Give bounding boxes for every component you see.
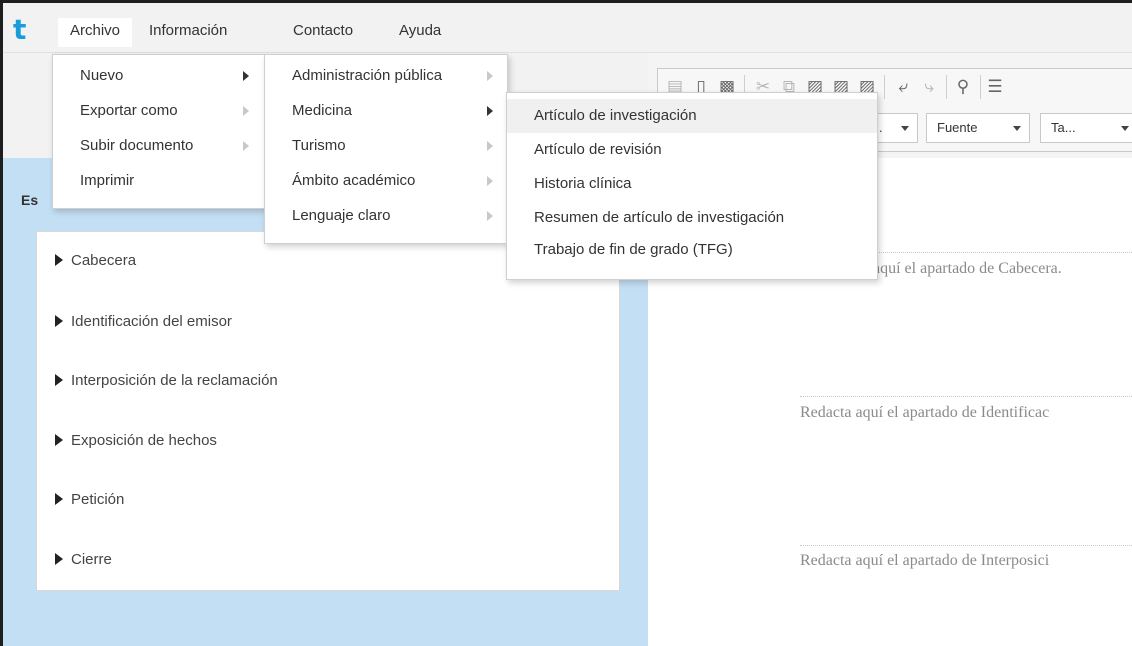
outline-item-cabecera[interactable]: Cabecera <box>55 252 136 269</box>
menu-item-historia-clinica[interactable]: Historia clínica <box>507 167 877 201</box>
menu-item-resumen-articulo[interactable]: Resumen de artículo de investigación <box>507 201 877 235</box>
app-logo[interactable]: t <box>13 16 35 47</box>
caret-right-icon <box>55 493 63 505</box>
undo-icon[interactable]: ⤶ <box>892 76 914 98</box>
medicina-submenu: Artículo de investigación Artículo de re… <box>506 92 878 280</box>
submenu-arrow-icon <box>487 106 493 116</box>
menu-item-ambito-academico[interactable]: Ámbito académico <box>265 172 507 198</box>
caret-right-icon <box>55 315 63 327</box>
menu-item-exportar[interactable]: Exportar como <box>53 102 265 128</box>
submenu-arrow-icon <box>243 141 249 151</box>
chevron-down-icon <box>1121 126 1129 131</box>
caret-right-icon <box>55 254 63 266</box>
doc-section-identificacion[interactable]: Redacta aquí el apartado de Identificac <box>800 404 1049 422</box>
section-divider <box>800 396 1132 397</box>
outline-item-cierre[interactable]: Cierre <box>55 551 112 568</box>
outline-item-peticion[interactable]: Petición <box>55 491 124 508</box>
toolbar-separator <box>946 75 947 99</box>
menu-item-medicina[interactable]: Medicina <box>265 102 507 128</box>
outline-item-exposicion[interactable]: Exposición de hechos <box>55 432 217 449</box>
outline-item-identificacion[interactable]: Identificación del emisor <box>55 313 232 330</box>
menubar: t Archivo Información Contacto Ayuda <box>3 3 1132 53</box>
archivo-menu: Nuevo Exportar como Subir documento Impr… <box>52 54 266 209</box>
chevron-down-icon <box>901 126 909 131</box>
toolbar-separator <box>884 75 885 99</box>
menu-archivo[interactable]: Archivo <box>58 18 133 47</box>
submenu-arrow-icon <box>243 71 249 81</box>
doc-section-interposicion[interactable]: Redacta aquí el apartado de Interposici <box>800 552 1049 570</box>
caret-right-icon <box>55 434 63 446</box>
outline-item-interposicion[interactable]: Interposición de la reclamación <box>55 372 278 389</box>
structure-panel-title: Es <box>21 192 39 208</box>
menu-item-lenguaje-claro[interactable]: Lenguaje claro <box>265 207 507 233</box>
caret-right-icon <box>55 374 63 386</box>
menu-contacto[interactable]: Contacto <box>293 22 353 39</box>
submenu-arrow-icon <box>487 141 493 151</box>
caret-right-icon <box>55 553 63 565</box>
section-divider <box>800 545 1132 546</box>
submenu-arrow-icon <box>487 71 493 81</box>
submenu-arrow-icon <box>487 211 493 221</box>
menu-item-imprimir[interactable]: Imprimir <box>53 172 265 198</box>
replace-icon[interactable]: ☰ <box>984 76 1006 98</box>
menu-item-subir[interactable]: Subir documento <box>53 137 265 163</box>
menu-item-tfg[interactable]: Trabajo de fin de grado (TFG) <box>507 235 877 269</box>
menu-informacion[interactable]: Información <box>149 22 227 39</box>
toolbar-separator <box>980 75 981 99</box>
submenu-arrow-icon <box>487 176 493 186</box>
search-icon[interactable]: ⚲ <box>952 76 974 98</box>
menu-ayuda[interactable]: Ayuda <box>399 22 441 39</box>
submenu-arrow-icon <box>243 106 249 116</box>
menu-item-nuevo[interactable]: Nuevo <box>53 67 265 93</box>
section-outline: Cabecera Identificación del emisor Inter… <box>36 231 620 591</box>
menu-item-administracion[interactable]: Administración pública <box>265 67 507 93</box>
menu-item-articulo-revision[interactable]: Artículo de revisión <box>507 133 877 167</box>
doc-section-cabecera[interactable]: aquí el apartado de Cabecera. <box>873 260 1062 278</box>
nuevo-submenu: Administración pública Medicina Turismo … <box>264 54 508 244</box>
redo-icon[interactable]: ⤷ <box>918 76 940 98</box>
menu-item-articulo-investigacion[interactable]: Artículo de investigación <box>507 99 877 133</box>
chevron-down-icon <box>1013 126 1021 131</box>
font-select[interactable]: Fuente <box>926 113 1030 143</box>
font-size-select[interactable]: Ta... <box>1040 113 1132 143</box>
menu-item-turismo[interactable]: Turismo <box>265 137 507 163</box>
